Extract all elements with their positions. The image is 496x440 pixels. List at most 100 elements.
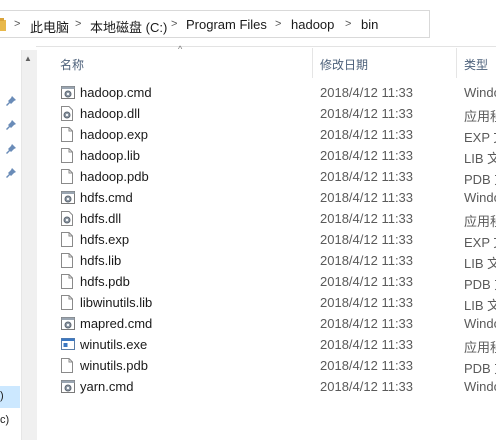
file-type: LIB 文 (464, 151, 496, 166)
file-icon (61, 295, 73, 315)
file-type: PDB 文 (464, 172, 496, 187)
file-row[interactable]: mapred.cmd 2018/4/12 11:33 Windo (52, 313, 496, 334)
file-icon (61, 253, 73, 273)
cmd-gear-icon (61, 85, 75, 105)
file-modified-date: 2018/4/12 11:33 (320, 127, 414, 142)
nav-scrollbar[interactable] (21, 50, 37, 440)
file-name[interactable]: hadoop.pdb (80, 169, 149, 184)
file-row[interactable]: hadoop.exp 2018/4/12 11:33 EXP 文 (52, 124, 496, 145)
exe-window-icon (61, 337, 75, 356)
pin-icon[interactable] (6, 96, 16, 106)
nav-selected-label: ) (0, 390, 4, 402)
column-header-type[interactable]: 类型 (464, 56, 488, 73)
file-modified-date: 2018/4/12 11:33 (320, 148, 414, 163)
file-type: 应用程 (464, 214, 496, 229)
file-row[interactable]: winutils.pdb 2018/4/12 11:33 PDB 文 (52, 355, 496, 376)
file-icon (61, 358, 73, 378)
file-modified-date: 2018/4/12 11:33 (320, 379, 414, 394)
file-modified-date: 2018/4/12 11:33 (320, 274, 414, 289)
folder-icon (0, 18, 6, 31)
file-row[interactable]: hdfs.lib 2018/4/12 11:33 LIB 文 (52, 250, 496, 271)
file-type: 应用程 (464, 340, 496, 355)
file-type: PDB 文 (464, 361, 496, 376)
file-name[interactable]: winutils.exe (80, 337, 147, 352)
file-name[interactable]: hadoop.exp (80, 127, 148, 142)
file-modified-date: 2018/4/12 11:33 (320, 232, 414, 247)
cmd-gear-icon (61, 316, 75, 336)
cmd-gear-icon (61, 379, 75, 399)
file-name[interactable]: hdfs.lib (80, 253, 121, 268)
file-row[interactable]: hdfs.exp 2018/4/12 11:33 EXP 文 (52, 229, 496, 250)
file-type: EXP 文 (464, 130, 496, 145)
column-divider[interactable] (456, 48, 457, 78)
file-modified-date: 2018/4/12 11:33 (320, 211, 414, 226)
file-icon (61, 169, 73, 189)
file-type: PDB 文 (464, 277, 496, 292)
file-modified-date: 2018/4/12 11:33 (320, 358, 414, 373)
nav-item-label[interactable]: c) (0, 414, 9, 426)
scroll-up-arrow-icon[interactable]: ▲ (24, 54, 32, 63)
file-row[interactable]: hdfs.pdb 2018/4/12 11:33 PDB 文 (52, 271, 496, 292)
file-modified-date: 2018/4/12 11:33 (320, 295, 414, 310)
pin-icon[interactable] (6, 168, 16, 178)
dll-gear-icon (61, 106, 73, 126)
file-name[interactable]: winutils.pdb (80, 358, 148, 373)
file-name[interactable]: hadoop.dll (80, 106, 140, 121)
chevron-right-icon[interactable]: > (275, 18, 281, 30)
file-name[interactable]: hdfs.pdb (80, 274, 130, 289)
file-name[interactable]: hdfs.dll (80, 211, 121, 226)
file-row[interactable]: hadoop.dll 2018/4/12 11:33 应用程 (52, 103, 496, 124)
file-modified-date: 2018/4/12 11:33 (320, 337, 414, 352)
pin-icon[interactable] (6, 144, 16, 154)
file-row[interactable]: libwinutils.lib 2018/4/12 11:33 LIB 文 (52, 292, 496, 313)
file-name[interactable]: yarn.cmd (80, 379, 133, 394)
breadcrumb-local-disk[interactable]: 本地磁盘 (C:) (90, 17, 167, 36)
breadcrumb-bin[interactable]: bin (361, 17, 378, 32)
file-name[interactable]: mapred.cmd (80, 316, 152, 331)
breadcrumb-this-pc[interactable]: 此电脑 (30, 17, 69, 36)
chevron-right-icon[interactable]: > (14, 18, 20, 30)
file-type: Windo (464, 85, 496, 100)
file-name[interactable]: hadoop.cmd (80, 85, 152, 100)
column-divider[interactable] (312, 48, 313, 78)
file-type: Windo (464, 379, 496, 394)
file-modified-date: 2018/4/12 11:33 (320, 316, 414, 331)
file-modified-date: 2018/4/12 11:33 (320, 169, 414, 184)
file-row[interactable]: hadoop.lib 2018/4/12 11:33 LIB 文 (52, 145, 496, 166)
file-modified-date: 2018/4/12 11:33 (320, 106, 414, 121)
file-modified-date: 2018/4/12 11:33 (320, 190, 414, 205)
file-icon (61, 127, 73, 147)
file-type: 应用程 (464, 109, 496, 124)
file-icon (61, 148, 73, 168)
file-type: Windo (464, 316, 496, 331)
file-row[interactable]: hadoop.pdb 2018/4/12 11:33 PDB 文 (52, 166, 496, 187)
file-name[interactable]: hdfs.cmd (80, 190, 133, 205)
file-type: LIB 文 (464, 298, 496, 313)
cmd-gear-icon (61, 190, 75, 210)
file-row[interactable]: winutils.exe 2018/4/12 11:33 应用程 (52, 334, 496, 355)
column-header-date[interactable]: 修改日期 (320, 56, 368, 73)
dll-gear-icon (61, 211, 73, 231)
file-type: Windo (464, 190, 496, 205)
file-modified-date: 2018/4/12 11:33 (320, 85, 414, 100)
address-bar: > 此电脑 > 本地磁盘 (C:) > Program Files > hado… (0, 0, 496, 47)
file-type: LIB 文 (464, 256, 496, 271)
file-type: EXP 文 (464, 235, 496, 250)
file-row[interactable]: hdfs.dll 2018/4/12 11:33 应用程 (52, 208, 496, 229)
file-row[interactable]: hadoop.cmd 2018/4/12 11:33 Windo (52, 82, 496, 103)
chevron-right-icon[interactable]: > (75, 18, 81, 30)
pin-icon[interactable] (6, 120, 16, 130)
breadcrumb-program-files[interactable]: Program Files (186, 17, 267, 32)
file-name[interactable]: libwinutils.lib (80, 295, 152, 310)
breadcrumb-hadoop[interactable]: hadoop (291, 17, 334, 32)
file-icon (61, 232, 73, 252)
file-name[interactable]: hdfs.exp (80, 232, 129, 247)
chevron-right-icon[interactable]: > (345, 18, 351, 30)
sort-ascending-icon: ^ (178, 44, 183, 54)
column-header-name[interactable]: 名称 (60, 56, 84, 73)
chevron-right-icon[interactable]: > (171, 18, 177, 30)
file-row[interactable]: hdfs.cmd 2018/4/12 11:33 Windo (52, 187, 496, 208)
file-row[interactable]: yarn.cmd 2018/4/12 11:33 Windo (52, 376, 496, 397)
file-icon (61, 274, 73, 294)
file-name[interactable]: hadoop.lib (80, 148, 140, 163)
